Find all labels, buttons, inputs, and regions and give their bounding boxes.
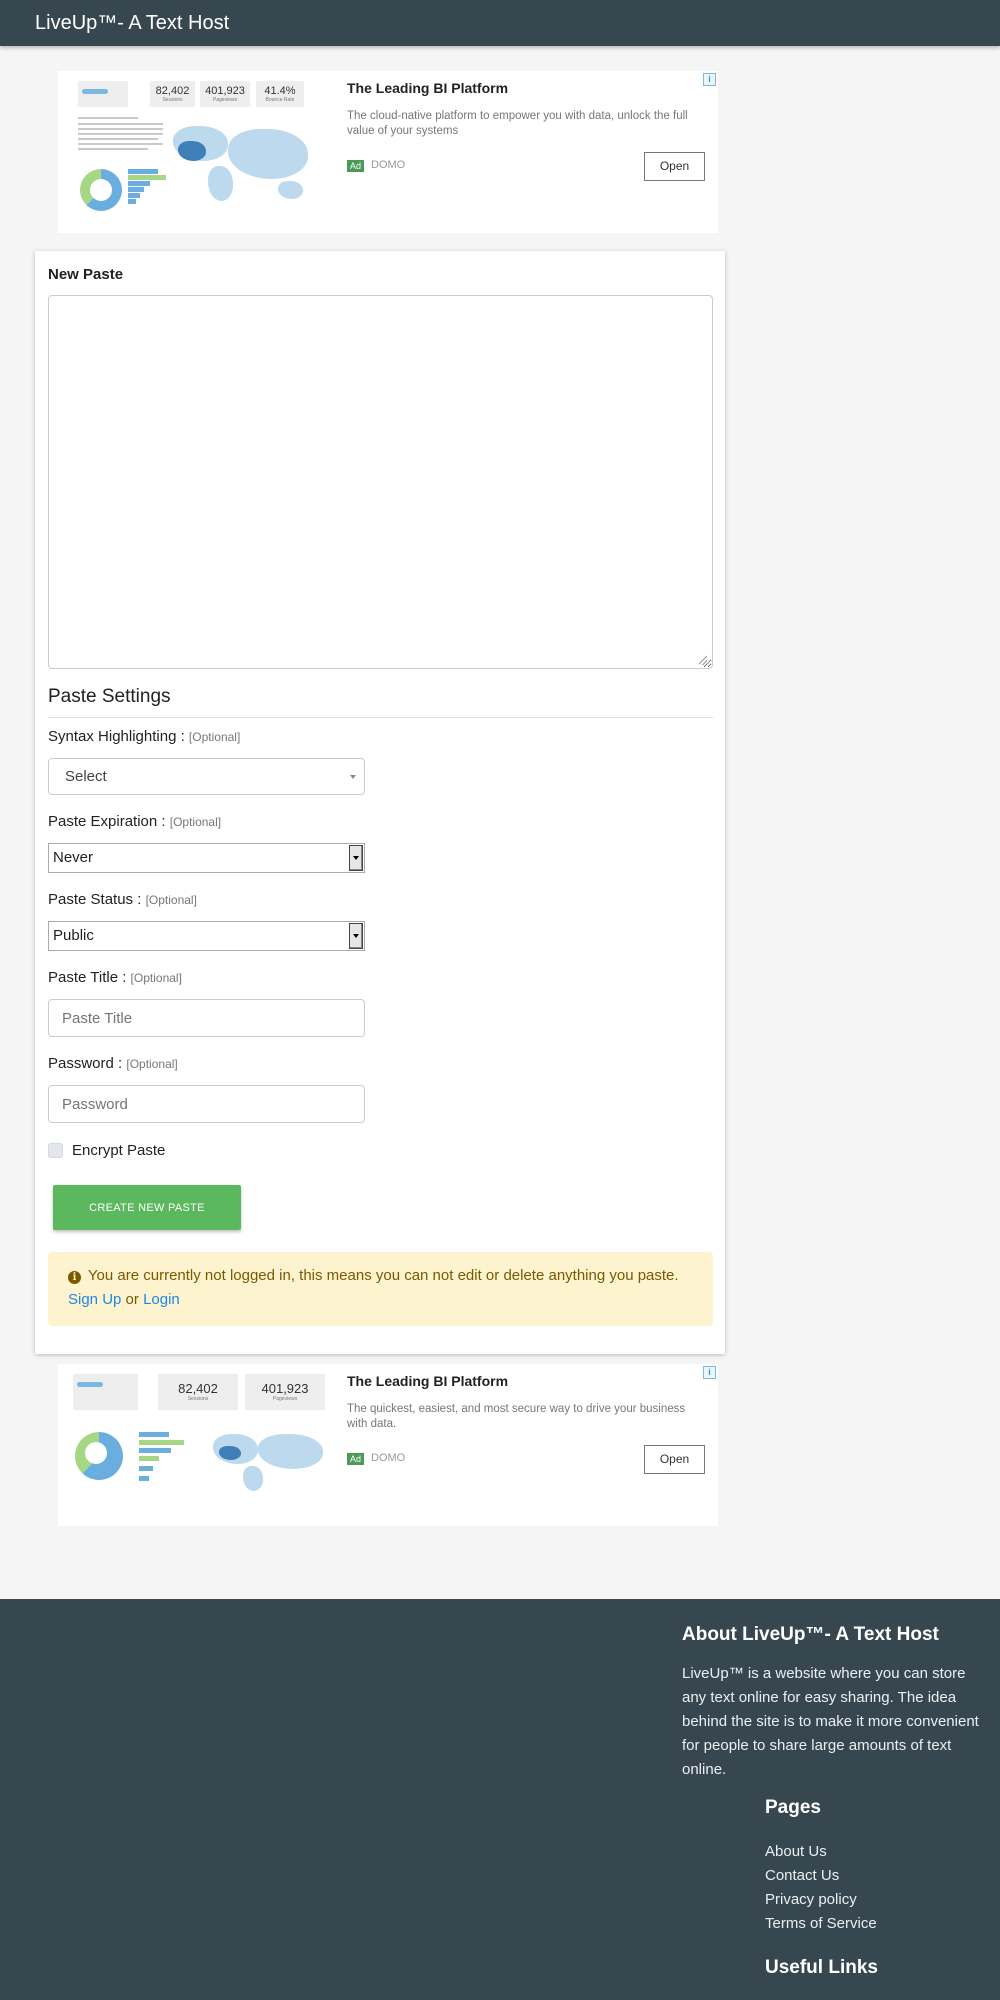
new-paste-card: New Paste Paste Settings Syntax Highligh… bbox=[35, 251, 725, 1354]
syntax-highlighting-select[interactable]: Select bbox=[48, 758, 365, 795]
paste-expiration-select[interactable]: Never bbox=[48, 843, 365, 873]
ad-title[interactable]: The Leading BI Platform bbox=[347, 80, 508, 96]
status-selected-value: Public bbox=[53, 927, 94, 944]
password-input[interactable] bbox=[48, 1085, 365, 1123]
expiration-label: Paste Expiration : [Optional] bbox=[48, 813, 222, 830]
encrypt-paste-checkbox[interactable] bbox=[48, 1143, 63, 1158]
footer-link-about-us[interactable]: About Us bbox=[765, 1843, 827, 1860]
ad-info-icon[interactable]: i bbox=[703, 1366, 716, 1379]
syntax-selected-value: Select bbox=[65, 768, 107, 785]
ad-image-panel bbox=[78, 81, 128, 107]
sign-up-link[interactable]: Sign Up bbox=[68, 1291, 121, 1308]
info-icon: i bbox=[68, 1271, 81, 1284]
top-navbar: LiveUp™- A Text Host bbox=[0, 0, 1000, 46]
expiration-selected-value: Never bbox=[53, 849, 94, 866]
footer-pages-title: Pages bbox=[765, 1797, 821, 1818]
status-label: Paste Status : [Optional] bbox=[48, 891, 197, 908]
settings-heading: Paste Settings bbox=[48, 686, 171, 707]
ad-open-button[interactable]: Open bbox=[644, 1445, 705, 1474]
card-title: New Paste bbox=[48, 266, 124, 283]
footer-pages-list: About Us Contact Us Privacy policy Terms… bbox=[765, 1840, 877, 1936]
footer-about-title: About LiveUp™- A Text Host bbox=[682, 1624, 939, 1645]
ad-badge: Ad bbox=[347, 1453, 365, 1465]
settings-divider bbox=[48, 717, 713, 718]
footer-link-contact-us[interactable]: Contact Us bbox=[765, 1867, 839, 1884]
optional-hint: [Optional] bbox=[126, 1057, 178, 1071]
optional-hint: [Optional] bbox=[145, 893, 197, 907]
site-footer: About LiveUp™- A Text Host LiveUp™ is a … bbox=[0, 1599, 1000, 2000]
paste-title-input[interactable] bbox=[48, 999, 365, 1037]
donut-chart-graphic bbox=[80, 169, 122, 211]
footer-link-privacy-policy[interactable]: Privacy policy bbox=[765, 1891, 857, 1908]
ad-image[interactable]: 82,402 Sessions 401,923 Pageviews bbox=[73, 1374, 328, 1514]
optional-hint: [Optional] bbox=[188, 730, 241, 744]
paste-content-textarea[interactable] bbox=[48, 295, 713, 669]
title-label: Paste Title : [Optional] bbox=[48, 969, 182, 986]
site-brand-link[interactable]: LiveUp™- A Text Host bbox=[35, 12, 229, 35]
footer-link-terms-of-service[interactable]: Terms of Service bbox=[765, 1915, 877, 1932]
dropdown-arrow-icon[interactable] bbox=[349, 923, 363, 949]
ad-banner-top[interactable]: i 82,402 Sessions 401,923 Pageviews 41.4% B… bbox=[58, 71, 718, 233]
create-new-paste-button[interactable]: Create New Paste bbox=[53, 1185, 241, 1230]
footer-useful-links-title: Useful Links bbox=[765, 1957, 878, 1978]
password-label: Password : [Optional] bbox=[48, 1055, 178, 1072]
alert-text: You are currently not logged in, this me… bbox=[87, 1267, 679, 1284]
ad-info-icon[interactable]: i bbox=[703, 73, 716, 86]
textarea-resize-handle[interactable] bbox=[699, 655, 709, 665]
ad-open-button[interactable]: Open bbox=[644, 152, 705, 181]
dropdown-arrow-icon[interactable] bbox=[349, 845, 363, 871]
encrypt-paste-label[interactable]: Encrypt Paste bbox=[72, 1142, 165, 1159]
ad-image-panel bbox=[73, 1374, 138, 1410]
ad-stat: 82,402 Sessions bbox=[150, 81, 195, 107]
not-logged-in-alert: i You are currently not logged in, this … bbox=[48, 1252, 713, 1326]
ad-stat: 401,923 Pageviews bbox=[200, 81, 250, 107]
alert-or-text: or bbox=[125, 1291, 139, 1308]
ad-stat: 401,923 Pageviews bbox=[245, 1374, 325, 1410]
donut-chart-graphic bbox=[75, 1432, 123, 1480]
ad-stat: 41.4% Bounce Rate bbox=[256, 81, 304, 107]
ad-banner-bottom[interactable]: i 82,402 Sessions 401,923 Pageviews The Le… bbox=[58, 1364, 718, 1526]
caret-down-icon bbox=[350, 775, 356, 779]
optional-hint: [Optional] bbox=[130, 971, 182, 985]
ad-badge: Ad bbox=[347, 160, 365, 172]
footer-about-text: LiveUp™ is a website where you can store… bbox=[682, 1665, 979, 1778]
ad-description[interactable]: The quickest, easiest, and most secure w… bbox=[347, 1402, 697, 1432]
ad-image[interactable]: 82,402 Sessions 401,923 Pageviews 41.4% Bou… bbox=[78, 81, 333, 221]
ad-title[interactable]: The Leading BI Platform bbox=[347, 1373, 508, 1389]
login-link[interactable]: Login bbox=[143, 1291, 180, 1308]
ad-advertiser: DOMO bbox=[371, 159, 406, 171]
ad-stat: 82,402 Sessions bbox=[158, 1374, 238, 1410]
ad-advertiser: DOMO bbox=[371, 1452, 406, 1464]
ad-description[interactable]: The cloud-native platform to empower you… bbox=[347, 109, 697, 139]
syntax-label: Syntax Highlighting : [Optional] bbox=[48, 728, 241, 745]
paste-status-select[interactable]: Public bbox=[48, 921, 365, 951]
optional-hint: [Optional] bbox=[169, 815, 222, 829]
